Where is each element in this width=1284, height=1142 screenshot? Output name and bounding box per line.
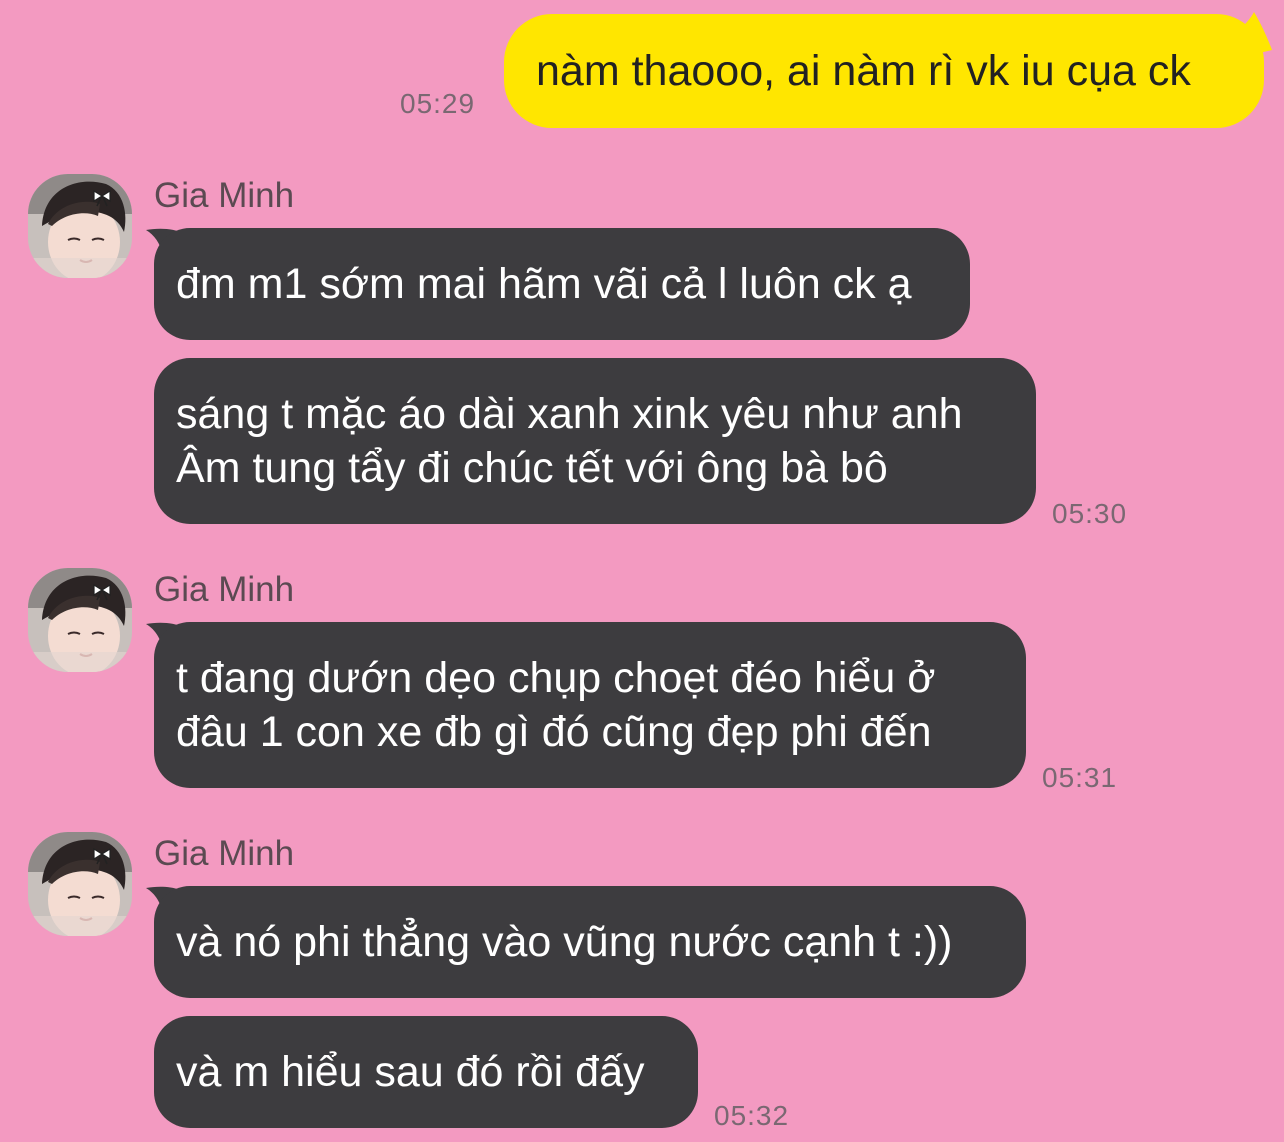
avatar-photo-icon xyxy=(28,832,132,936)
outgoing-message-bubble[interactable]: nàm thaooo, ai nàm rì vk iu cụa ck xyxy=(504,14,1264,128)
message-timestamp: 05:32 xyxy=(714,1100,790,1131)
incoming-message-bubble[interactable]: sáng t mặc áo dài xanh xink yêu như anh … xyxy=(154,358,1036,524)
message-timestamp: 05:29 xyxy=(400,88,476,119)
avatar[interactable] xyxy=(28,174,132,278)
message-text: đm m1 sớm mai hãm vãi cả l luôn ck ạ xyxy=(176,260,912,308)
incoming-message-bubble[interactable]: và m hiểu sau đó rồi đấy xyxy=(154,1016,698,1128)
message-text: và nó phi thẳng vào vũng nước cạnh t :)) xyxy=(176,918,953,966)
sender-name: Gia Minh xyxy=(154,570,295,609)
message-text: sáng t mặc áo dài xanh xink yêu như anh … xyxy=(176,390,963,492)
message-text: nàm thaooo, ai nàm rì vk iu cụa ck xyxy=(536,47,1191,95)
message-text: t đang dướn dẹo chụp choẹt đéo hiểu ở đâ… xyxy=(176,654,936,756)
incoming-message-bubble[interactable]: đm m1 sớm mai hãm vãi cả l luôn ck ạ xyxy=(154,228,970,340)
avatar-photo-icon xyxy=(28,568,132,672)
sender-name: Gia Minh xyxy=(154,176,295,215)
incoming-message-bubble[interactable]: và nó phi thẳng vào vũng nước cạnh t :)) xyxy=(154,886,1026,998)
sender-name: Gia Minh xyxy=(154,834,295,873)
outgoing-bubble-tail xyxy=(1226,12,1272,56)
message-timestamp: 05:31 xyxy=(1042,762,1118,793)
avatar-photo-icon xyxy=(28,174,132,278)
message-text: và m hiểu sau đó rồi đấy xyxy=(176,1048,645,1096)
avatar[interactable] xyxy=(28,568,132,672)
avatar[interactable] xyxy=(28,832,132,936)
incoming-message-bubble[interactable]: t đang dướn dẹo chụp choẹt đéo hiểu ở đâ… xyxy=(154,622,1026,788)
message-timestamp: 05:30 xyxy=(1052,498,1128,529)
